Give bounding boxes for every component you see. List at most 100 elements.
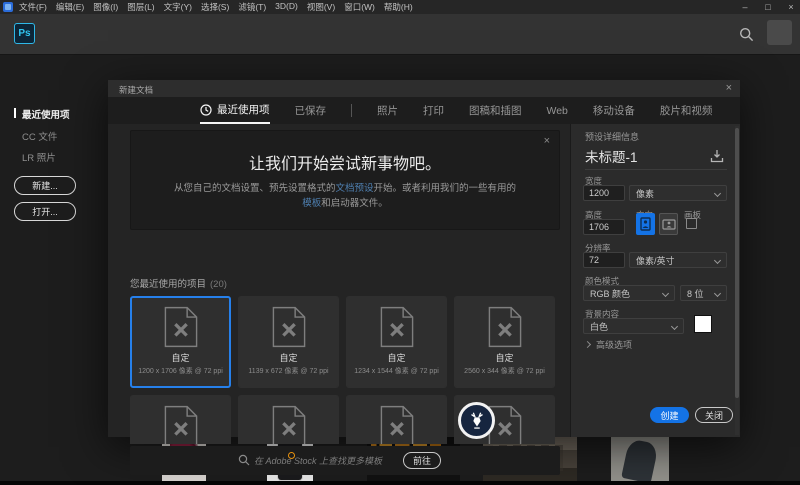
menu-file[interactable]: 文件(F) (19, 1, 47, 13)
artboards-checkbox[interactable] (686, 218, 697, 229)
banner-body: 从您自己的文档设置、预先设置格式的文档预设开始。或者利用我们的一些有用的模板和启… (173, 181, 517, 211)
menu-edit[interactable]: 编辑(E) (56, 1, 84, 13)
banner-close-icon[interactable]: × (544, 135, 550, 147)
scrollbar-thumb[interactable] (735, 128, 739, 398)
bit-depth-dropdown[interactable]: 8 位 (680, 285, 727, 301)
app-icon (3, 2, 13, 12)
menu-layer[interactable]: 图层(L) (127, 1, 154, 13)
background-color-swatch[interactable] (694, 315, 712, 333)
tab-web[interactable]: Web (547, 97, 568, 124)
dialog-close-icon[interactable]: × (726, 82, 732, 94)
open-file-button[interactable]: 打开... (14, 202, 76, 221)
item-name: 自定 (387, 351, 405, 364)
recent-item-card-4[interactable]: 自定 2560 x 344 像素 @ 72 ppi (454, 296, 555, 388)
menu-select[interactable]: 选择(S) (201, 1, 229, 13)
templates-link[interactable]: 模板 (302, 198, 321, 209)
resolution-unit-dropdown[interactable]: 像素/英寸 (629, 252, 727, 268)
tab-mobile-label: 移动设备 (593, 103, 635, 118)
tab-photo[interactable]: 照片 (377, 97, 398, 124)
tab-recent-label: 最近使用项 (217, 102, 270, 117)
stock-search-bar: 前往 (130, 446, 560, 475)
go-button[interactable]: 前往 (403, 452, 441, 469)
doc-presets-link[interactable]: 文档预设 (335, 183, 373, 194)
search-icon (238, 454, 250, 466)
minimize-button[interactable]: – (740, 2, 750, 12)
tab-recent[interactable]: 最近使用项 (200, 97, 270, 124)
create-button[interactable]: 创建 (650, 407, 689, 423)
units-dropdown[interactable]: 像素 (629, 185, 727, 201)
menu-filter[interactable]: 滤镜(T) (238, 1, 266, 13)
intro-banner: × 让我们开始尝试新事物吧。 从您自己的文档设置、预先设置格式的文档预设开始。或… (130, 130, 560, 230)
recent-grid-row-1: 自定 1200 x 1706 像素 @ 72 ppi 自定 1139 x 672… (130, 296, 560, 388)
recent-item-card-6[interactable] (238, 395, 339, 444)
sidebar-item-recent[interactable]: 最近使用项 (22, 107, 70, 121)
item-name: 自定 (279, 351, 297, 364)
new-document-dialog: 新建文档 × 最近使用项 已保存 照片 打印 图稿和插图 Web 移动设备 胶片… (108, 80, 740, 437)
close-button[interactable]: 关闭 (695, 407, 733, 423)
chevron-down-icon (662, 290, 669, 297)
dialog-header: 新建文档 × (108, 80, 740, 97)
preset-details-panel: 预设详细信息 未标题-1 宽度 像素 高度 方向 画板 (570, 124, 740, 437)
menu-view[interactable]: 视图(V) (307, 1, 335, 13)
menu-type[interactable]: 文字(Y) (164, 1, 192, 13)
recent-item-card-2[interactable]: 自定 1139 x 672 像素 @ 72 ppi (238, 296, 339, 388)
missing-file-icon (488, 306, 522, 348)
recent-item-card-3[interactable]: 自定 1234 x 1544 像素 @ 72 ppi (346, 296, 447, 388)
menu-window[interactable]: 窗口(W) (344, 1, 375, 13)
menu-help[interactable]: 帮助(H) (384, 1, 413, 13)
item-dimensions: 1200 x 1706 像素 @ 72 ppi (138, 366, 223, 376)
tab-art-illustration[interactable]: 图稿和插图 (469, 97, 522, 124)
item-name: 自定 (495, 351, 513, 364)
window-close-button[interactable]: × (786, 2, 796, 12)
menu-items: 文件(F) 编辑(E) 图像(I) 图层(L) 文字(Y) 选择(S) 滤镜(T… (0, 1, 413, 13)
new-file-button[interactable]: 新建... (14, 176, 76, 195)
advanced-options-toggle[interactable]: 高级选项 (585, 338, 632, 351)
save-preset-icon[interactable] (710, 149, 724, 163)
missing-file-icon (272, 405, 306, 444)
recent-item-card-5[interactable] (130, 395, 231, 444)
height-input[interactable] (583, 219, 625, 235)
document-name[interactable]: 未标题-1 (585, 146, 638, 166)
recent-thumbnail-person[interactable] (611, 437, 669, 481)
orientation-landscape-button[interactable] (659, 213, 678, 235)
search-icon[interactable] (739, 27, 754, 42)
tab-print-label: 打印 (423, 103, 444, 118)
item-name: 自定 (171, 351, 189, 364)
chevron-down-icon (714, 290, 721, 297)
missing-file-icon (272, 306, 306, 348)
banner-text-2: 开始。或者利用我们的一些有用的 (374, 183, 517, 194)
workspace-switcher-icon[interactable] (767, 20, 792, 45)
maximize-button[interactable]: □ (763, 2, 773, 12)
width-input[interactable] (583, 185, 625, 201)
tab-photo-label: 照片 (377, 103, 398, 118)
divider (585, 169, 727, 170)
tab-art-label: 图稿和插图 (469, 103, 522, 118)
recent-item-card-7[interactable] (346, 395, 447, 444)
tab-saved[interactable]: 已保存 (295, 97, 327, 124)
tab-divider (351, 104, 352, 117)
menu-image[interactable]: 图像(I) (93, 1, 118, 13)
resolution-input[interactable] (583, 252, 625, 268)
color-mode-dropdown[interactable]: RGB 颜色 (583, 285, 675, 301)
background-dropdown[interactable]: 白色 (583, 318, 684, 334)
missing-file-icon (380, 306, 414, 348)
tab-film-video[interactable]: 胶片和视频 (660, 97, 713, 124)
dialog-body: × 让我们开始尝试新事物吧。 从您自己的文档设置、预先设置格式的文档预设开始。或… (108, 124, 740, 437)
dialog-scrollbar[interactable] (735, 126, 739, 435)
tab-print[interactable]: 打印 (423, 97, 444, 124)
sidebar-item-lr-photos[interactable]: LR 照片 (22, 150, 56, 164)
recent-item-card-1[interactable]: 自定 1200 x 1706 像素 @ 72 ppi (130, 296, 231, 388)
banner-text-1: 从您自己的文档设置、预先设置格式的 (174, 183, 336, 194)
recent-grid-row-2 (130, 395, 560, 444)
units-value: 像素 (636, 187, 654, 200)
clock-icon (200, 104, 212, 116)
photoshop-logo: Ps (14, 23, 35, 44)
missing-file-icon (164, 405, 198, 444)
orientation-portrait-button[interactable] (636, 213, 655, 235)
preset-panel-header: 预设详细信息 (585, 130, 639, 143)
item-dimensions: 1234 x 1544 像素 @ 72 ppi (354, 366, 439, 376)
sidebar-item-cc-files[interactable]: CC 文件 (22, 129, 57, 143)
dialog-content-left: × 让我们开始尝试新事物吧。 从您自己的文档设置、预先设置格式的文档预设开始。或… (108, 124, 570, 437)
tab-mobile[interactable]: 移动设备 (593, 97, 635, 124)
menu-3d[interactable]: 3D(D) (275, 1, 298, 13)
